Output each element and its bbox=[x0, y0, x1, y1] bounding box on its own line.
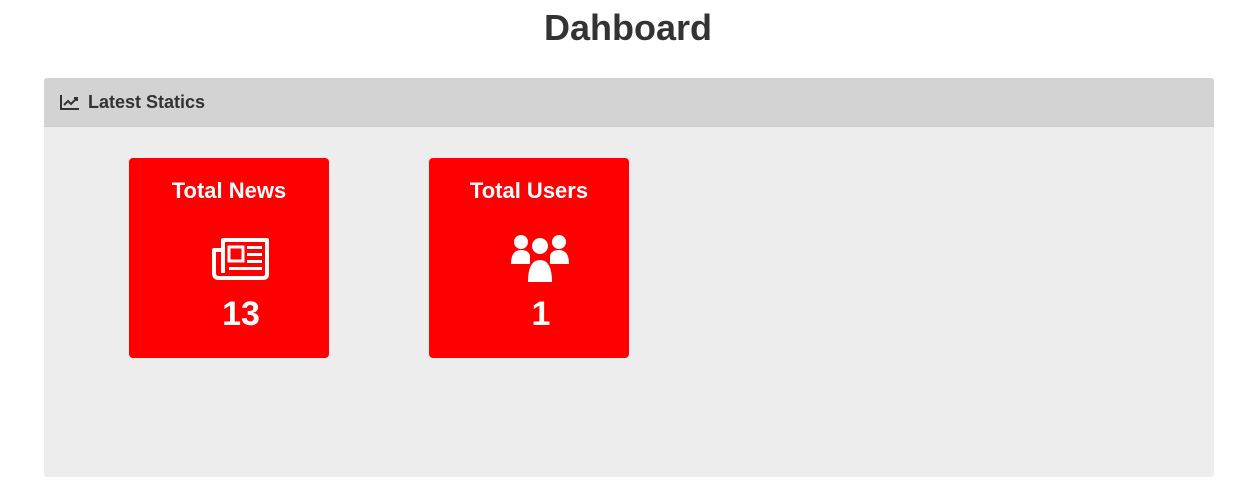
card-title: Total Users bbox=[469, 178, 589, 203]
card-value: 1 bbox=[531, 295, 551, 333]
total-users-card: Total Users 1 bbox=[429, 158, 629, 358]
card-value: 13 bbox=[222, 295, 260, 333]
card-title: Total News bbox=[171, 178, 287, 203]
line-chart-icon bbox=[60, 94, 80, 110]
users-icon bbox=[510, 232, 570, 284]
newspaper-icon bbox=[211, 232, 271, 284]
panel-heading: Latest Statics bbox=[44, 78, 1214, 127]
panel-heading-title: Latest Statics bbox=[88, 91, 206, 112]
latest-statics-panel: Latest Statics Total News 13 Total Users bbox=[44, 78, 1214, 477]
total-news-card: Total News 13 bbox=[129, 158, 329, 358]
page-title: Dahboard bbox=[543, 7, 712, 48]
